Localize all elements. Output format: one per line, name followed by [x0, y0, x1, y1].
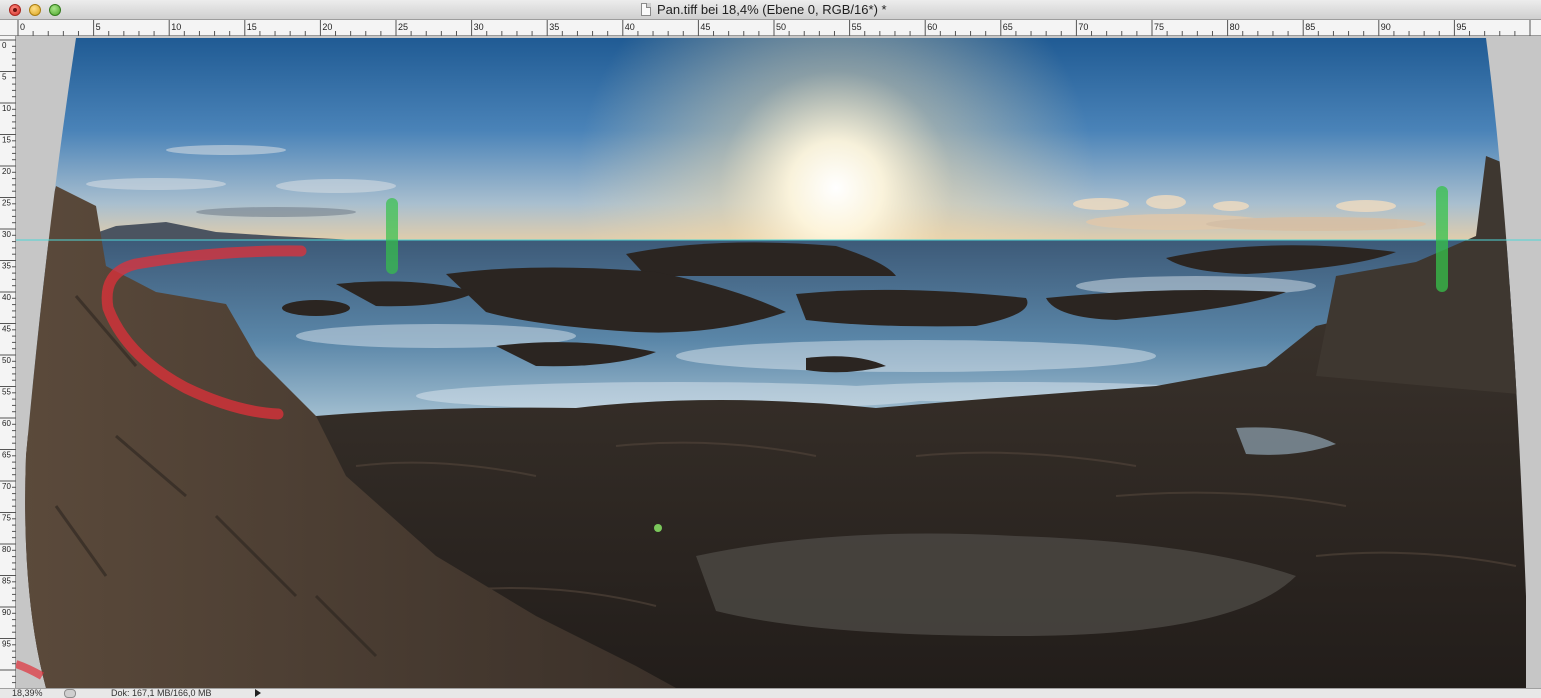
ruler-label: 0: [2, 41, 7, 50]
ruler-label: 90: [2, 608, 11, 617]
lens-flare-dot: [654, 524, 662, 532]
ruler-label: 40: [2, 293, 11, 302]
red-mask-stroke-bottom[interactable]: [16, 660, 44, 680]
ruler-label: 60: [927, 22, 937, 32]
ruler-label: 25: [398, 22, 408, 32]
status-info-icon[interactable]: [64, 689, 76, 698]
vertical-ruler-ticks: 0 5 10 15 20 25 30 35 40 45 50 55 60 65 70 75 80 85 90 95: [0, 39, 16, 684]
ruler-label: 85: [2, 577, 11, 586]
ruler-label: 20: [2, 167, 11, 176]
ruler-label: 35: [549, 22, 559, 32]
ruler-label: 70: [2, 482, 11, 491]
ruler-label: 75: [2, 514, 11, 523]
ruler-label: 5: [2, 73, 7, 82]
ruler-label: 30: [474, 22, 484, 32]
ruler-label: 65: [1003, 22, 1013, 32]
document-canvas[interactable]: [16, 36, 1541, 688]
ruler-label: 90: [1381, 22, 1391, 32]
status-menu-arrow-icon[interactable]: [255, 689, 261, 697]
window-title: Pan.tiff bei 18,4% (Ebene 0, RGB/16*) *: [657, 2, 887, 17]
ruler-label: 5: [96, 22, 101, 32]
vertical-ruler[interactable]: 0 5 10 15 20 25 30 35 40 45 50 55 60 65 70 75 80 85 90 95: [0, 36, 16, 688]
ruler-label: 55: [852, 22, 862, 32]
ruler-label: 80: [1230, 22, 1240, 32]
horizontal-ruler-ticks: 0 5 10 15 20 25 30 35 40 45 50 55 60 65 70 75 80 85 90 95: [17, 20, 1531, 36]
ruler-label: 35: [2, 262, 11, 271]
ruler-label: 80: [2, 545, 11, 554]
ruler-label: 50: [776, 22, 786, 32]
ruler-label: 45: [2, 325, 11, 334]
ruler-label: 95: [2, 640, 11, 649]
minimize-window-icon[interactable]: [29, 4, 41, 16]
ruler-label: 85: [1305, 22, 1315, 32]
document-proxy-icon[interactable]: [641, 3, 651, 16]
zoom-window-icon[interactable]: [49, 4, 61, 16]
panorama-image[interactable]: [16, 36, 1541, 688]
ruler-label: 40: [625, 22, 635, 32]
document-size: Dok: 167,1 MB/166,0 MB: [111, 688, 212, 698]
status-bar: 18,39% Dok: 167,1 MB/166,0 MB: [0, 688, 1541, 698]
ruler-label: 30: [2, 230, 11, 239]
zoom-field[interactable]: 18,39%: [12, 689, 43, 698]
ruler-label: 65: [2, 451, 11, 460]
ruler-label: 70: [1078, 22, 1088, 32]
window-title-bar[interactable]: Pan.tiff bei 18,4% (Ebene 0, RGB/16*) *: [0, 0, 1541, 20]
ruler-label: 15: [247, 22, 257, 32]
ruler-label: 95: [1456, 22, 1466, 32]
ruler-label: 45: [700, 22, 710, 32]
ruler-label: 10: [2, 104, 11, 113]
ruler-label: 75: [1154, 22, 1164, 32]
ruler-label: 50: [2, 356, 11, 365]
ruler-label: 60: [2, 419, 11, 428]
ruler-label: 0: [20, 22, 25, 32]
ruler-label: 25: [2, 199, 11, 208]
horizontal-ruler[interactable]: 0 5 10 15 20 25 30 35 40 45 50 55 60 65 70 75 80 85 90 95: [0, 20, 1541, 36]
close-window-icon[interactable]: [9, 4, 21, 16]
ruler-label: 10: [171, 22, 181, 32]
ruler-label: 55: [2, 388, 11, 397]
ruler-label: 15: [2, 136, 11, 145]
ruler-label: 20: [322, 22, 332, 32]
